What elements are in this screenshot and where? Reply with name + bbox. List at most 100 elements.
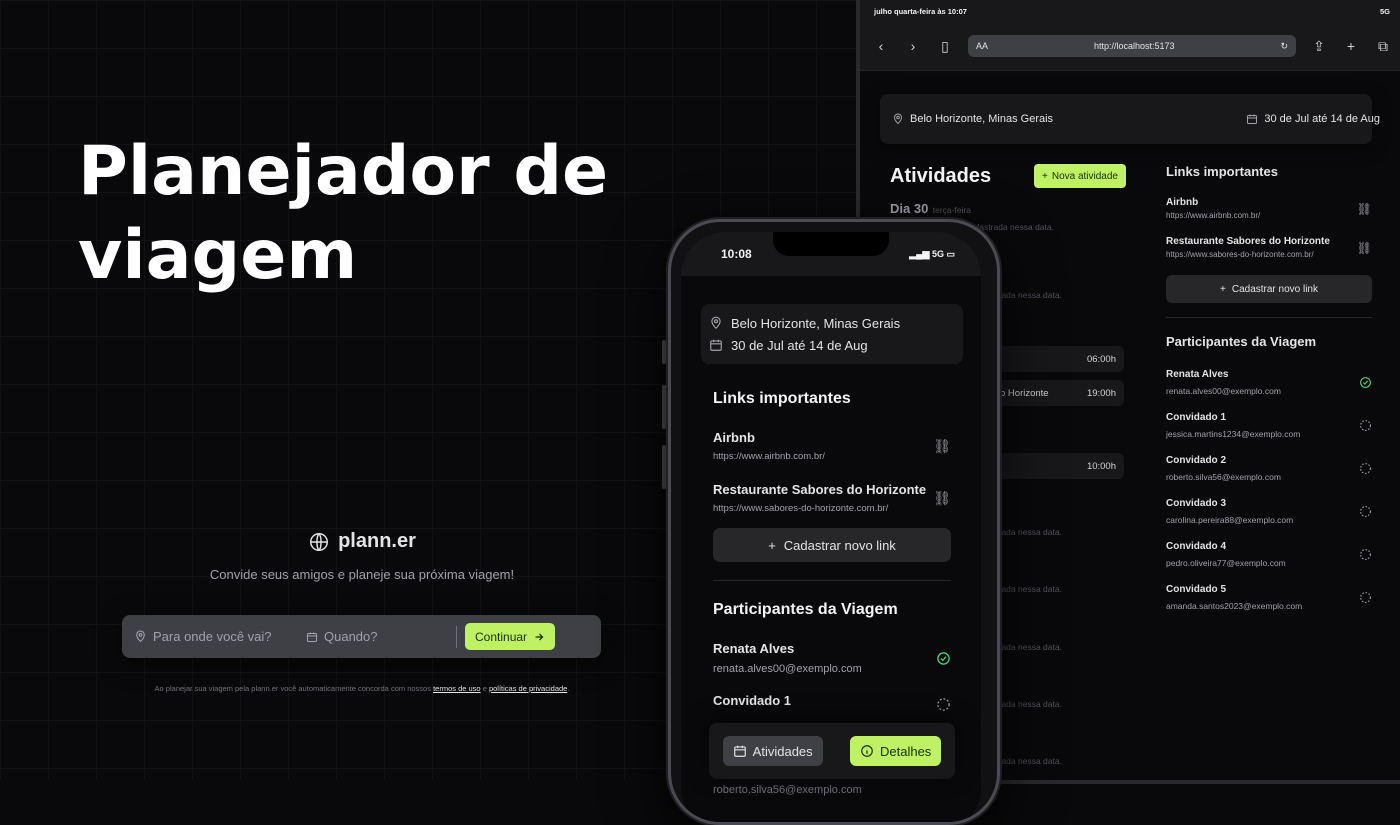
phone-volume-down: [662, 445, 666, 489]
trip-dates: 30 de Jul até 14 de Aug: [709, 334, 955, 356]
tab-details-label: Detalhes: [880, 743, 932, 759]
tab-details[interactable]: Detalhes: [850, 736, 942, 766]
address-bar[interactable]: AA http://localhost:5173 ↻: [968, 35, 1296, 57]
empty-activity-fragment: strada nessa data.: [992, 642, 1062, 652]
back-icon[interactable]: ‹: [872, 38, 890, 54]
phone-screen: 10:08 ▂▄▆ 5G ▭ Belo Horizonte, Minas Ger…: [681, 232, 981, 822]
phone-volume-up: [662, 385, 666, 429]
trip-header: Belo Horizonte, Minas Gerais 30 de Jul a…: [880, 94, 1380, 144]
plus-icon: +: [1042, 170, 1048, 182]
participant-item[interactable]: Convidado 3 carolina.pereira88@exemplo.co…: [1166, 498, 1372, 525]
phone-frame: 10:08 ▂▄▆ 5G ▭ Belo Horizonte, Minas Ger…: [668, 219, 1000, 825]
participant-name: Convidado 4: [1166, 541, 1227, 552]
continue-button[interactable]: Continuar: [465, 623, 556, 650]
hero-line-1: Planejador de: [78, 132, 609, 211]
participant-name: Convidado 2: [1166, 455, 1227, 466]
trip-dates-text: 30 de Jul até 14 de Aug: [1264, 113, 1380, 125]
link-item[interactable]: Airbnb https://www.airbnb.com.br/ ⛓: [1166, 197, 1372, 220]
map-pin-icon: [893, 113, 903, 125]
link-item[interactable]: Restaurante Sabores do Horizonte https://…: [713, 482, 951, 514]
tabs-icon[interactable]: ⧉: [1374, 38, 1392, 55]
url-text: http://localhost:5173: [1093, 41, 1175, 51]
when-placeholder: Quando?: [324, 629, 378, 644]
share-icon[interactable]: ⇪: [1310, 38, 1328, 55]
tablet-status-network: 5G: [1379, 6, 1390, 16]
destination-input[interactable]: Para onde você vai?: [134, 629, 306, 644]
new-activity-label: Nova atividade: [1051, 170, 1118, 182]
forward-icon[interactable]: ›: [904, 38, 922, 54]
link-icon[interactable]: ⛓: [933, 438, 951, 455]
trip-dates-text: 30 de Jul até 14 de Aug: [731, 337, 868, 353]
activity-row[interactable]: o Horizonte 19:00h: [992, 380, 1124, 406]
details-content: Links importantes Airbnb https://www.airb…: [713, 390, 951, 715]
new-activity-button[interactable]: + Nova atividade: [1034, 164, 1126, 188]
link-name: Restaurante Sabores do Horizonte: [1166, 236, 1330, 247]
terms-prefix: Ao planejar sua viagem pela plann.er voc…: [154, 684, 431, 693]
tablet-status-time: julho quarta-feira às 10:07: [874, 6, 967, 16]
pending-circle-icon: [1360, 463, 1371, 474]
link-url: https://www.airbnb.com.br/: [713, 451, 825, 462]
trip-location: Belo Horizonte, Minas Gerais: [892, 113, 1053, 125]
destination-placeholder: Para onde você vai?: [153, 629, 272, 644]
participant-name: Renata Alves: [713, 641, 795, 656]
add-link-button[interactable]: + Cadastrar novo link: [1166, 275, 1372, 303]
link-item[interactable]: Restaurante Sabores do Horizonte https://…: [1166, 236, 1372, 259]
hero-line-2: viagem: [78, 216, 358, 295]
map-pin-icon: [136, 630, 145, 643]
terms-and: e: [482, 684, 487, 693]
calendar-icon: [307, 632, 317, 642]
participant-name: Convidado 1: [1166, 412, 1227, 423]
terms-notice: Ao planejar sua viagem pela plann.er voc…: [120, 684, 604, 693]
activity-time: 06:00h: [1086, 353, 1116, 365]
tablet-status-bar: julho quarta-feira às 10:07 5G: [860, 0, 1400, 22]
link-url: https://www.sabores-do-horizonte.com.br/: [1166, 250, 1314, 259]
battery-icon: ▭: [946, 248, 955, 259]
landing-hero: plann.er Convide seus amigos e planeje s…: [120, 530, 604, 582]
network-label: 5G: [931, 248, 944, 259]
calendar-icon: [710, 339, 722, 351]
empty-activity-fragment: strada nessa data.: [992, 290, 1062, 300]
link-url: https://www.sabores-do-horizonte.com.br/: [713, 503, 889, 514]
when-input[interactable]: Quando?: [306, 629, 456, 644]
link-icon[interactable]: ⛓: [933, 490, 951, 507]
add-link-button[interactable]: + Cadastrar novo link: [713, 528, 951, 562]
activity-time: 19:00h: [1086, 387, 1116, 399]
divider: [456, 625, 457, 648]
bottom-tab-bar: Atividades Detalhes: [709, 723, 955, 779]
reload-icon[interactable]: ↻: [1280, 41, 1288, 52]
terms-suffix: .: [567, 684, 570, 693]
activities-title: Atividades: [890, 164, 992, 187]
link-icon[interactable]: ⛓: [1357, 202, 1372, 216]
tab-activities-label: Atividades: [752, 743, 813, 759]
participant-name: Convidado 1: [713, 693, 792, 708]
activity-row[interactable]: 06:00h: [992, 346, 1124, 372]
book-icon[interactable]: ▯: [936, 38, 954, 55]
divider: [713, 580, 951, 581]
day-weekday: terça-feira: [932, 205, 972, 215]
info-icon: [861, 745, 873, 757]
add-link-label: Cadastrar novo link: [1231, 283, 1318, 295]
participant-item[interactable]: Convidado 5 amanda.santos2023@exemplo.com: [1166, 584, 1372, 611]
participant-item[interactable]: Convidado 4 pedro.oliveira77@exemplo.com: [1166, 541, 1372, 568]
tab-activities[interactable]: Atividades: [722, 736, 823, 766]
activity-row[interactable]: 10:00h: [992, 453, 1124, 479]
empty-activity-fragment: strada nessa data.: [992, 527, 1062, 537]
participant-item[interactable]: Convidado 1: [713, 693, 951, 715]
activity-title-fragment: o Horizonte: [1000, 387, 1049, 399]
participant-item[interactable]: Convidado 1 jessica.martins1234@exemplo.c…: [1166, 412, 1372, 439]
participant-item[interactable]: Convidado 2 roberto.silva56@exemplo.com: [1166, 455, 1372, 482]
link-icon[interactable]: ⛓: [1357, 241, 1372, 255]
link-item[interactable]: Airbnb https://www.airbnb.com.br/ ⛓: [713, 430, 951, 462]
participant-item[interactable]: Renata Alves renata.alves00@exemplo.com: [1166, 369, 1372, 396]
phone-network: ▂▄▆ 5G ▭: [909, 249, 955, 260]
participant-item[interactable]: Renata Alves renata.alves00@exemplo.com: [713, 641, 951, 675]
privacy-link[interactable]: políticas de privacidade: [489, 684, 567, 693]
trip-location-text: Belo Horizonte, Minas Gerais: [731, 315, 901, 331]
brand-name: plann.er: [338, 530, 416, 552]
terms-link[interactable]: termos de uso: [433, 684, 481, 693]
new-tab-icon[interactable]: +: [1342, 38, 1360, 54]
browser-toolbar: ‹ › ▯ AA http://localhost:5173 ↻ ⇪ + ⧉: [860, 22, 1400, 71]
text-size-button[interactable]: AA: [976, 41, 988, 51]
empty-activity-fragment: strada nessa data.: [992, 699, 1062, 709]
participant-name: Convidado 5: [1166, 584, 1227, 595]
